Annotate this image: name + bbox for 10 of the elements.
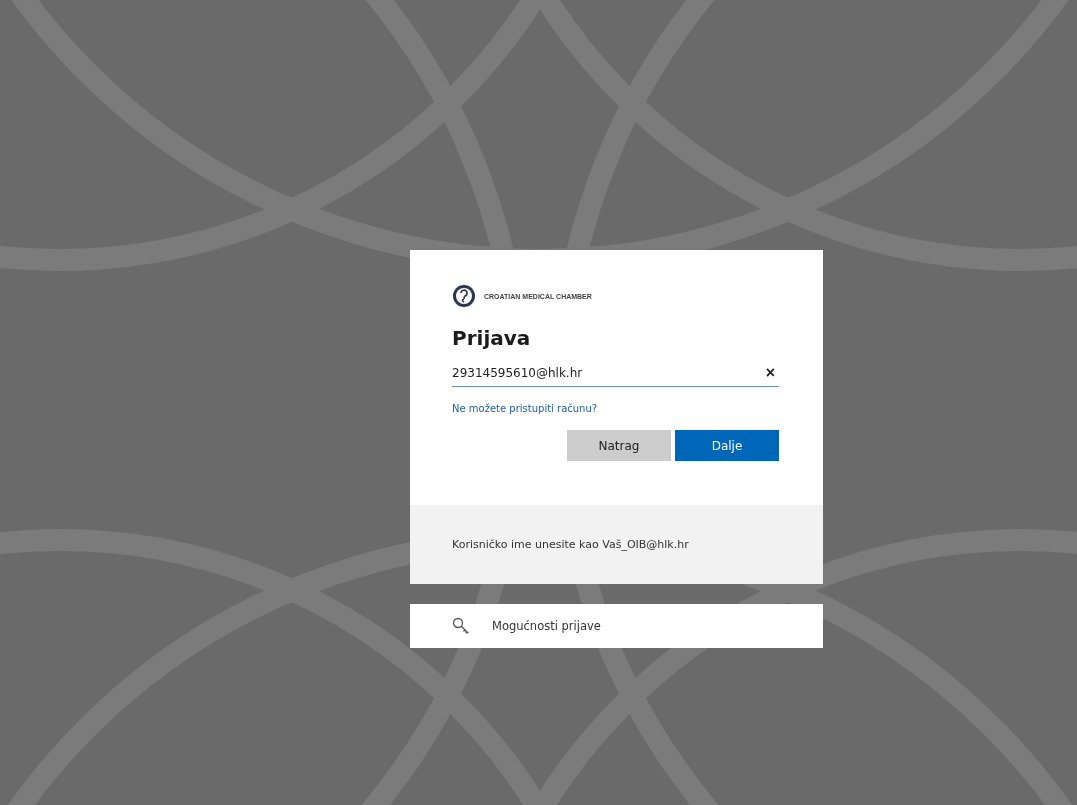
sign-in-options-button[interactable]: Mogućnosti prijave xyxy=(410,604,823,648)
clear-button[interactable]: × xyxy=(761,364,779,382)
next-button[interactable]: Dalje xyxy=(675,430,779,461)
back-button[interactable]: Natrag xyxy=(567,430,671,461)
logo-icon xyxy=(452,284,476,308)
key-icon xyxy=(452,617,470,635)
help-link[interactable]: Ne možete pristupiti računu? xyxy=(452,403,598,414)
hint-text: Korisničko ime unesite kao Vaš_OIB@hlk.hr xyxy=(452,538,689,551)
email-field[interactable]: 29314595610@hlk.hr × xyxy=(452,360,779,387)
sign-in-title: Prijava xyxy=(452,326,532,350)
